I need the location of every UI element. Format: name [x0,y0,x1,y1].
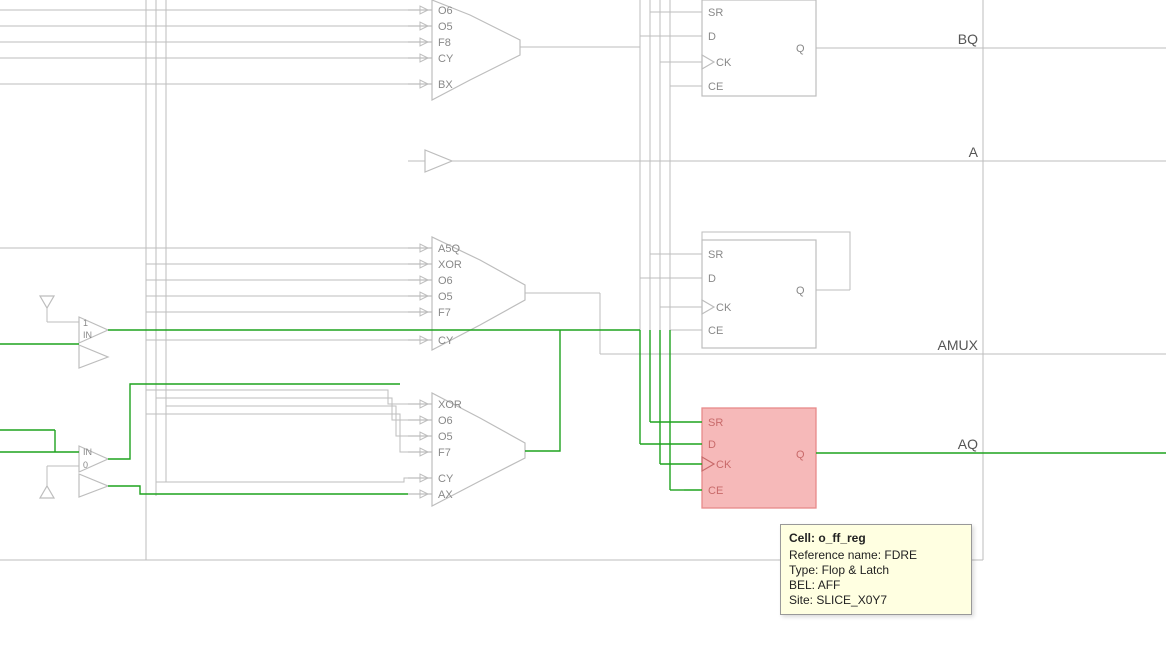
ff-bq-pin-q: Q [796,43,805,55]
mux-mid-pin-f7: F7 [438,307,451,319]
mux-mid-pin-o5: O5 [438,291,453,303]
ff-aq-pin-ce: CE [708,485,723,497]
port-aq: AQ [958,436,978,452]
ff-bq-pin-sr: SR [708,7,723,19]
mux-mid-pin-a5q: A5Q [438,243,460,255]
input-buf-top-t: 1 [83,318,88,328]
mux-mid-pin-o6: O6 [438,275,453,287]
mux-top-pin-bx: BX [438,79,453,91]
input-buf-top[interactable]: 1 IN [40,296,108,343]
port-bq: BQ [958,31,978,47]
mux-top[interactable]: O6 O5 F8 CY BX [408,0,520,100]
ff-bq[interactable]: SR D CK CE Q [684,0,816,96]
input-buf-bot-follower[interactable] [79,474,108,497]
ff-amux-pin-ce: CE [708,325,723,337]
tooltip-title: Cell: o_ff_reg [789,531,963,545]
ff-aq-pin-ck: CK [716,459,732,471]
input-buf-top-follower[interactable] [79,345,108,368]
ff-aq-pin-q: Q [796,449,805,461]
mux-mid[interactable]: A5Q XOR O6 O5 F7 CY [408,237,525,350]
mux-bot-pin-ax: AX [438,489,453,501]
port-a: A [969,144,979,160]
ff-aq-selected-cell[interactable]: SR D CK CE Q [684,408,816,508]
mux-top-pin-o5: O5 [438,21,453,33]
input-buf-top-b: IN [83,330,92,340]
grey-nets [0,0,684,560]
ff-bq-pin-d: D [708,31,716,43]
mux-top-pin-f8: F8 [438,37,451,49]
cell-tooltip: Cell: o_ff_reg Reference name: FDRE Type… [780,524,972,615]
mux-bot-pin-cy: CY [438,473,454,485]
mux-mid-pin-xor: XOR [438,259,462,271]
ff-aq-pin-d: D [708,439,716,451]
input-buf-bot-t: IN [83,447,92,457]
mux-top-pin-o6: O6 [438,5,453,17]
mux-bot-pin-f7: F7 [438,447,451,459]
mux-bot-pin-o6: O6 [438,415,453,427]
ff-amux-pin-d: D [708,273,716,285]
port-amux: AMUX [938,337,979,353]
ff-bq-pin-ce: CE [708,81,723,93]
mux-bot-pin-o5: O5 [438,431,453,443]
ff-aq-pin-sr: SR [708,417,723,429]
ff-amux-pin-sr: SR [708,249,723,261]
mux-mid-pin-cy: CY [438,335,454,347]
tooltip-row-type: Type: Flop & Latch [789,563,963,577]
ff-amux-pin-ck: CK [716,302,732,314]
buffer-a[interactable] [408,150,452,172]
mux-bot[interactable]: XOR O6 O5 F7 CY AX [408,393,525,506]
ff-amux[interactable]: SR D CK CE Q [684,240,816,348]
tooltip-row-refname: Reference name: FDRE [789,548,963,562]
mux-top-pin-cy: CY [438,53,454,65]
ff-amux-pin-q: Q [796,285,805,297]
tooltip-row-site: Site: SLICE_X0Y7 [789,593,963,607]
mux-bot-pin-xor: XOR [438,399,462,411]
input-buf-bot-b: 0 [83,460,88,470]
ff-bq-pin-ck: CK [716,57,732,69]
highlighted-nets [0,330,1166,494]
device-view-canvas[interactable]: O6 O5 F8 CY BX A5Q XOR O6 O5 F7 CY [0,0,1166,653]
tooltip-row-bel: BEL: AFF [789,578,963,592]
